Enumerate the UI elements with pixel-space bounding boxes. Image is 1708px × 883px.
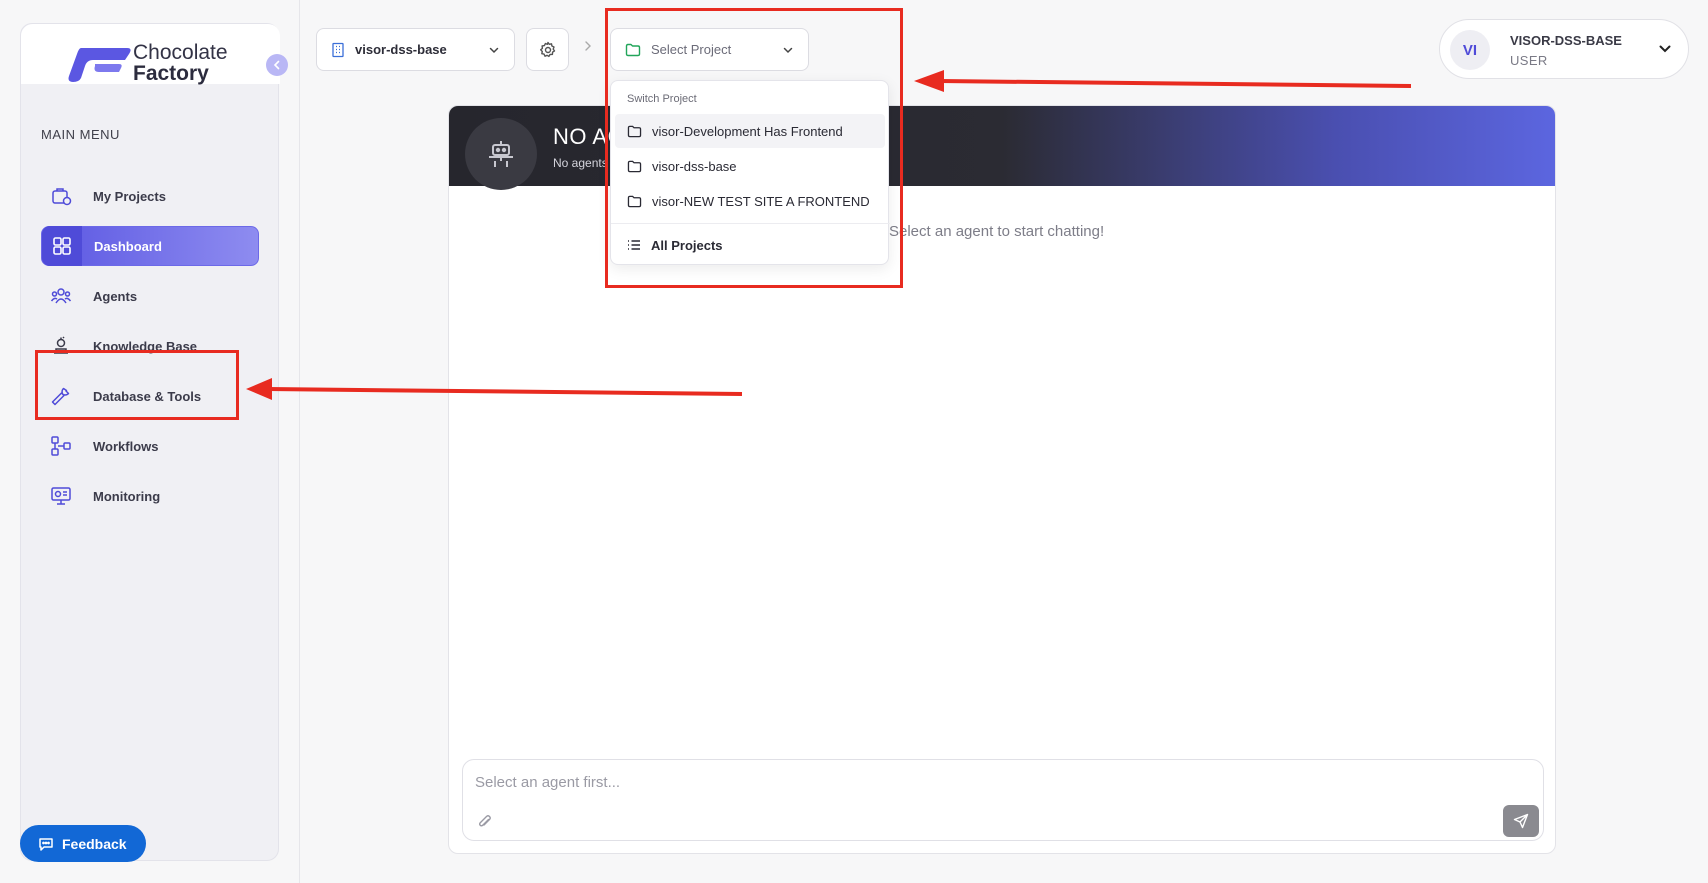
agents-icon	[41, 276, 81, 316]
dashboard-icon	[42, 226, 82, 266]
feedback-button[interactable]: Feedback	[20, 825, 146, 862]
workspace-name: visor-dss-base	[355, 42, 447, 57]
workflows-icon	[41, 426, 81, 466]
app-screen: Chocolate Factory MAIN MENU My Projects …	[0, 0, 1708, 883]
user-menu[interactable]: VI VISOR-DSS-BASE USER	[1439, 19, 1689, 79]
sidebar-item-agents[interactable]: Agents	[41, 276, 259, 316]
main-menu-heading: MAIN MENU	[41, 127, 120, 142]
paperclip-icon[interactable]	[477, 814, 493, 830]
feedback-label: Feedback	[62, 835, 127, 852]
sidebar-item-my-projects[interactable]: My Projects	[41, 176, 259, 216]
avatar: VI	[1450, 30, 1490, 70]
agent-avatar	[465, 118, 537, 190]
agent-subtitle: No agents	[553, 156, 608, 170]
chevron-down-icon	[488, 44, 500, 56]
message-composer	[462, 759, 1544, 841]
brand-line-2: Factory	[133, 62, 209, 85]
projects-icon	[41, 176, 81, 216]
chevron-down-icon	[1658, 42, 1672, 56]
brand-name: Chocolate Factory	[133, 42, 228, 84]
robot-icon	[489, 141, 513, 167]
user-name: VISOR-DSS-BASE	[1510, 33, 1622, 48]
sidebar-divider	[299, 0, 300, 883]
workspace-selector[interactable]: visor-dss-base	[316, 28, 515, 71]
empty-chat-message: Select an agent to start chatting!	[889, 223, 1105, 240]
sidebar-item-label: My Projects	[93, 188, 166, 204]
brand-line-1: Chocolate	[133, 41, 228, 64]
settings-button[interactable]	[526, 28, 569, 71]
collapse-sidebar-button[interactable]	[266, 54, 288, 76]
annotation-arrow-dropdown	[914, 70, 1412, 92]
sidebar-item-monitoring[interactable]: Monitoring	[41, 476, 259, 516]
chevron-right-icon	[583, 40, 593, 52]
sidebar-item-label: Monitoring	[93, 488, 161, 504]
sidebar-item-label: Workflows	[93, 438, 159, 454]
send-button[interactable]	[1503, 805, 1539, 837]
gear-icon	[539, 41, 555, 57]
sidebar: Chocolate Factory MAIN MENU My Projects …	[20, 23, 288, 861]
sidebar-item-dashboard[interactable]: Dashboard	[41, 226, 259, 266]
sidebar-item-label: Agents	[93, 288, 138, 304]
message-input[interactable]	[475, 770, 1375, 794]
user-role: USER	[1510, 53, 1548, 68]
logo-area: Chocolate Factory	[21, 24, 280, 84]
logo-icon	[68, 48, 131, 82]
chevron-left-icon	[273, 60, 280, 70]
monitoring-icon	[41, 476, 81, 516]
annotation-box-dropdown	[605, 8, 903, 288]
sidebar-item-workflows[interactable]: Workflows	[41, 426, 259, 466]
annotation-box-database-tools	[35, 350, 239, 420]
sidebar-item-label: Dashboard	[94, 238, 162, 254]
building-icon	[331, 42, 345, 58]
chat-bubble-icon	[38, 836, 54, 852]
send-icon	[1513, 813, 1529, 829]
